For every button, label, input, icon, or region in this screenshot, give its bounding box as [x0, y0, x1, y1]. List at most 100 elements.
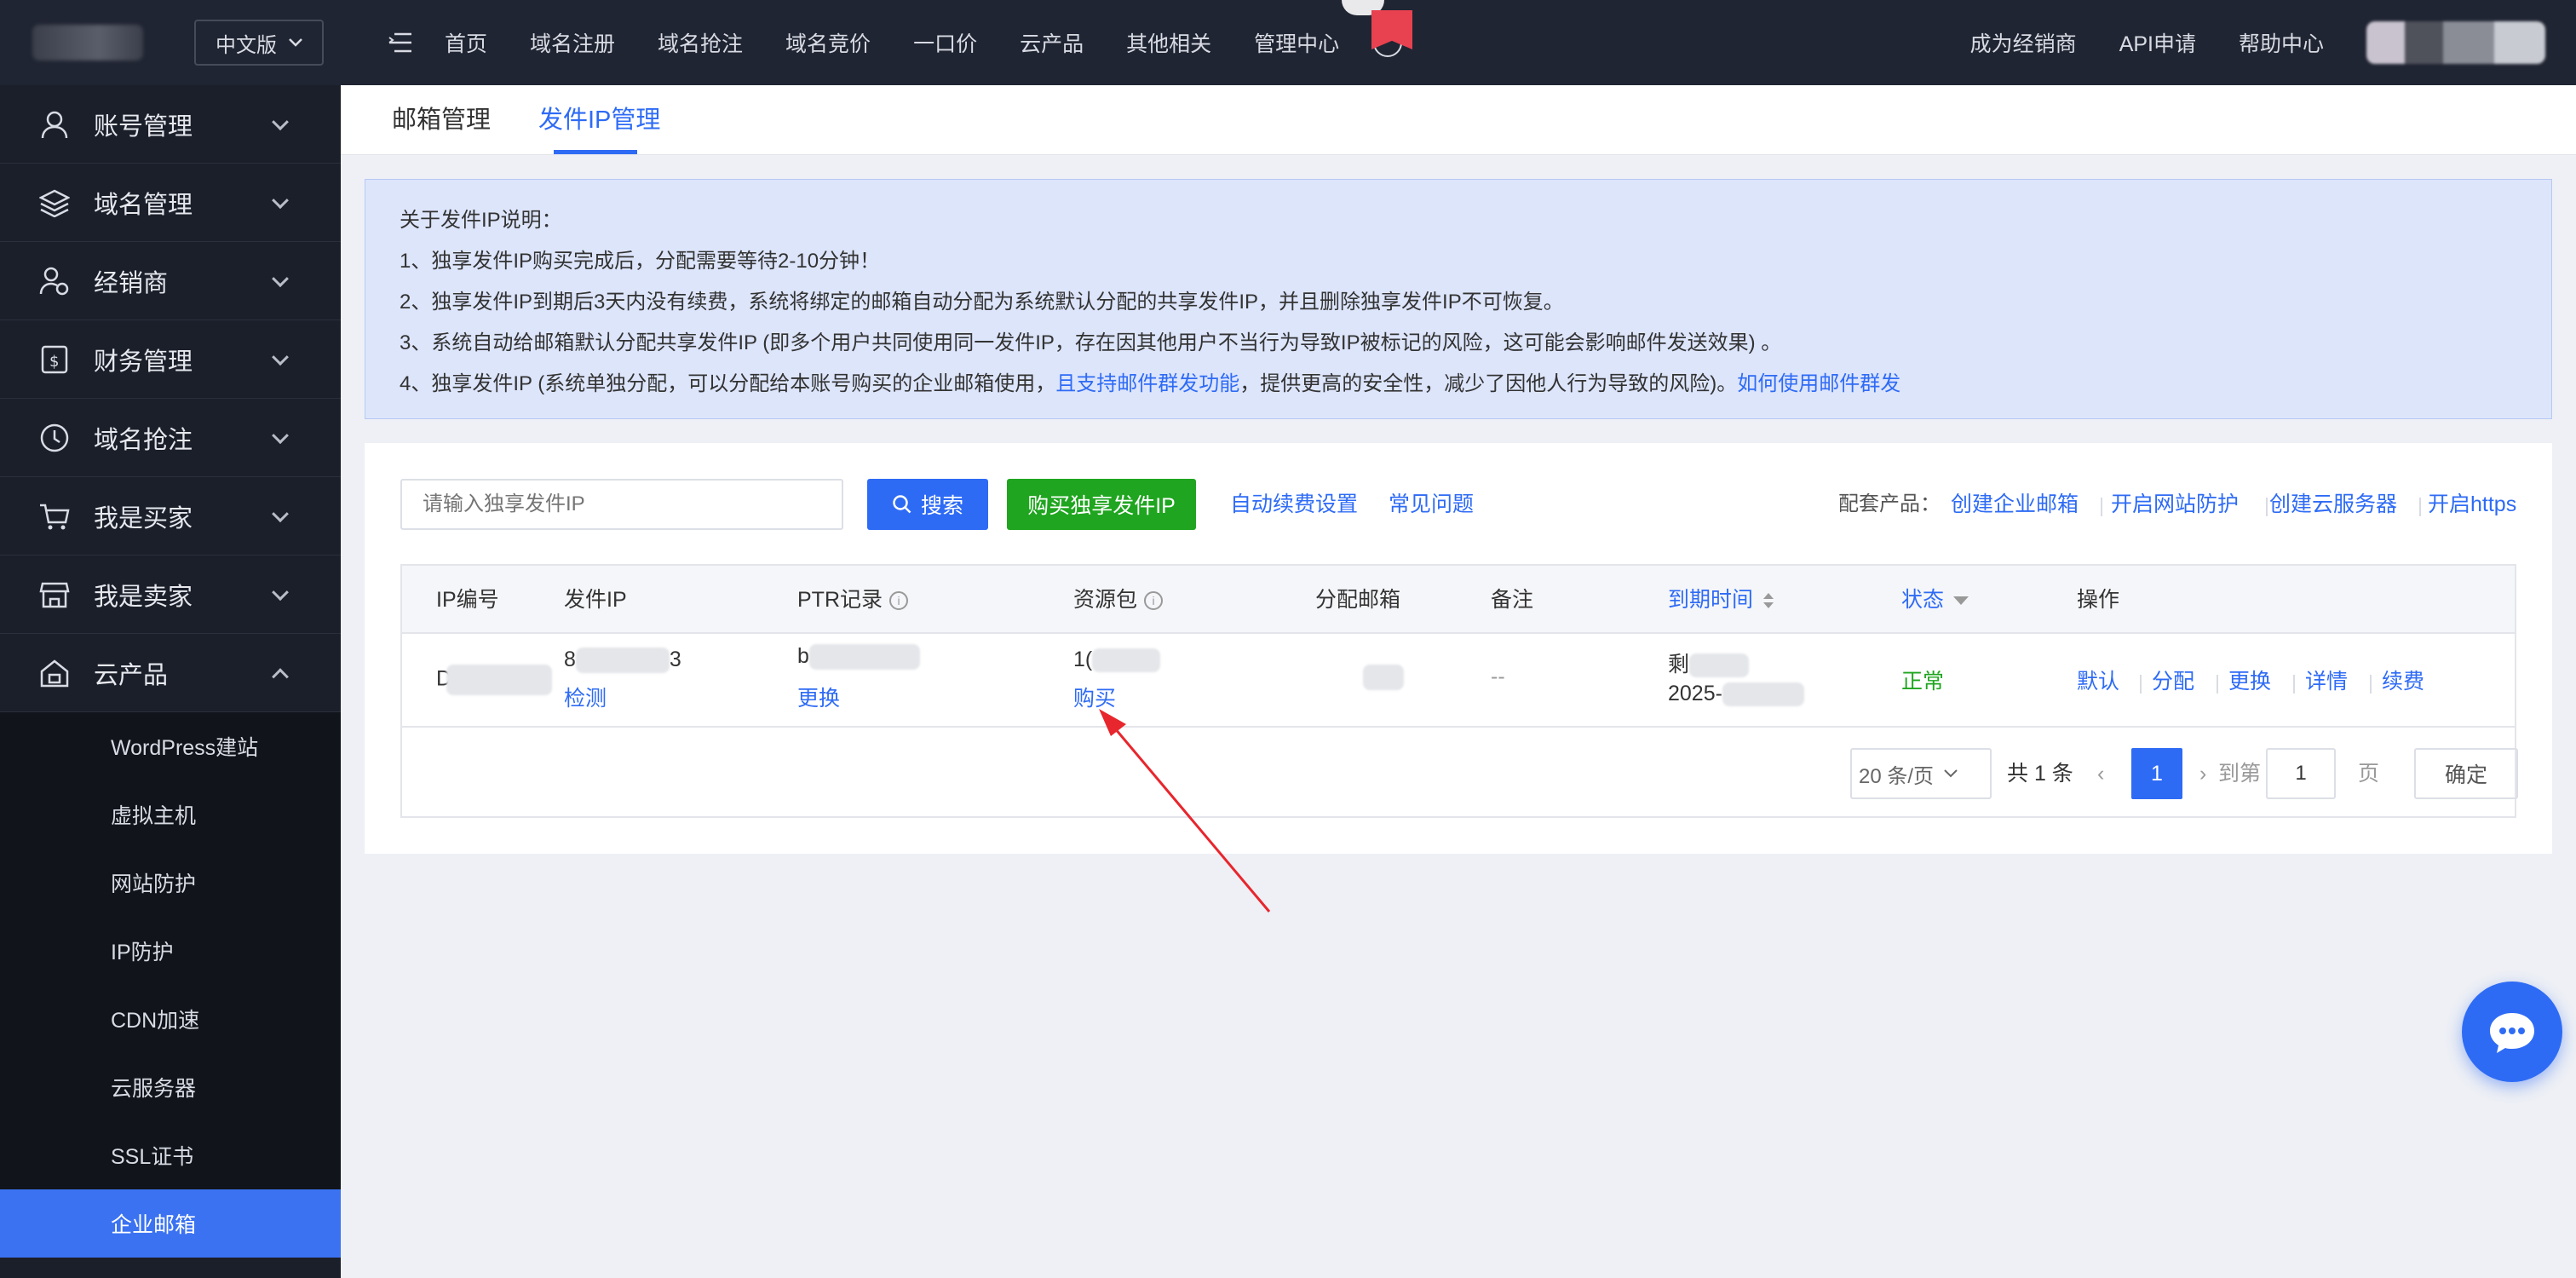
cell-expire-remaining: 剩: [1668, 648, 1750, 678]
sidebar-sub-wordpress[interactable]: WordPress建站: [0, 712, 341, 780]
api-apply-link[interactable]: API申请: [2119, 27, 2196, 58]
cell-assigned-mail: [1363, 665, 1404, 691]
customer-service-chat-button[interactable]: [2462, 982, 2562, 1082]
nav-fixed-price[interactable]: 一口价: [913, 27, 977, 58]
info-icon[interactable]: i: [889, 591, 909, 611]
col-status[interactable]: 状态: [1901, 566, 1969, 634]
sidebar-item-account[interactable]: 账号管理: [0, 85, 341, 164]
next-page-icon[interactable]: ›: [2199, 748, 2206, 799]
send-ip-search-input[interactable]: [400, 479, 843, 530]
nav-manage-center[interactable]: 管理中心: [1254, 27, 1339, 58]
change-ptr-link[interactable]: 更换: [797, 682, 840, 712]
chevron-down-icon: [289, 38, 302, 47]
page-size-select[interactable]: 20 条/页: [1850, 748, 1992, 799]
divider: [2266, 498, 2268, 516]
divider: [2140, 675, 2142, 694]
ip-text-tail: 3: [669, 648, 681, 671]
nav-cloud[interactable]: 云产品: [1020, 27, 1084, 58]
help-center-link[interactable]: 帮助中心: [2239, 27, 2324, 58]
divider: [2370, 675, 2372, 694]
info-icon[interactable]: i: [1144, 591, 1164, 611]
action-default[interactable]: 默认: [2077, 665, 2119, 695]
top-navbar: 首页 域名注册 域名抢注 域名竞价 一口价 云产品 其他相关 管理中心 成为经销…: [341, 0, 2576, 85]
sidebar-item-finance[interactable]: $ 财务管理: [0, 320, 341, 399]
sidebar-item-label: 经销商: [94, 269, 169, 297]
language-selector[interactable]: 中文版: [194, 20, 324, 66]
tab-send-ip-manage[interactable]: 发件IP管理: [538, 85, 660, 155]
nav-domain-register[interactable]: 域名注册: [530, 27, 615, 58]
sidebar-item-seller[interactable]: 我是卖家: [0, 556, 341, 634]
col-ptr-label: PTR记录: [797, 588, 883, 612]
create-enterprise-mail-link[interactable]: 创建企业邮箱: [1951, 479, 2079, 530]
enable-site-protect-link[interactable]: 开启网站防护: [2111, 479, 2239, 530]
sidebar-item-cloud[interactable]: 云产品: [0, 634, 341, 712]
nav-domain-auction[interactable]: 域名竞价: [785, 27, 871, 58]
col-package: 资源包 i: [1073, 566, 1164, 634]
auto-renew-settings-link[interactable]: 自动续费设置: [1230, 479, 1358, 530]
active-tab-indicator: [554, 150, 637, 154]
sidebar-item-label: 域名抢注: [94, 426, 193, 454]
sidebar-item-snatch[interactable]: 域名抢注: [0, 399, 341, 477]
store-icon: [37, 578, 72, 612]
logo[interactable]: [32, 25, 143, 60]
col-actions: 操作: [2077, 588, 2120, 612]
how-to-bulk-mail-link[interactable]: 如何使用邮件群发: [1737, 372, 1900, 395]
sidebar-item-label: 我是卖家: [94, 583, 193, 611]
bulk-mail-highlight: 且支持邮件群发功能: [1055, 372, 1240, 395]
chevron-down-icon: [272, 112, 289, 130]
user-avatar[interactable]: [2366, 21, 2545, 64]
redacted: [808, 644, 920, 671]
sidebar-item-reseller[interactable]: 经销商: [0, 242, 341, 320]
action-assign[interactable]: 分配: [2152, 665, 2194, 695]
sidebar-item-domain[interactable]: 域名管理: [0, 164, 341, 242]
action-renew[interactable]: 续费: [2382, 665, 2424, 695]
col-expire-label: 到期时间: [1668, 588, 1754, 612]
search-button[interactable]: 搜索: [867, 479, 988, 530]
buy-send-ip-button[interactable]: 购买独享发件IP: [1007, 479, 1196, 530]
divider: [2217, 675, 2218, 694]
sidebar-sub-ssl[interactable]: SSL证书: [0, 1121, 341, 1189]
cart-icon: [37, 499, 72, 533]
cell-ip-id: D: [436, 665, 553, 695]
divider: [2101, 498, 2102, 516]
expire-remaining-text: 剩: [1668, 653, 1690, 676]
sidebar-item-buyer[interactable]: 我是买家: [0, 477, 341, 556]
goto-confirm-button[interactable]: 确定: [2414, 748, 2518, 799]
ip-text: 8: [564, 648, 576, 671]
col-send-ip: 发件IP: [564, 588, 627, 612]
nav-domain-snatch[interactable]: 域名抢注: [658, 27, 743, 58]
table-row: D 83 检测 b 更换 1( 购买 -- 剩 2025- 正常 默认 分配 更…: [402, 634, 2515, 728]
sidebar-sub-ip-protect[interactable]: IP防护: [0, 917, 341, 985]
sidebar-sub-enterprise-mail[interactable]: 企业邮箱: [0, 1189, 341, 1258]
page-unit-label: 页: [2358, 762, 2380, 786]
action-replace[interactable]: 更换: [2228, 665, 2271, 695]
page-number-current[interactable]: 1: [2131, 748, 2182, 799]
sidebar-sub-cdn[interactable]: CDN加速: [0, 985, 341, 1053]
faq-link[interactable]: 常见问题: [1389, 479, 1474, 530]
create-cloud-server-link[interactable]: 创建云服务器: [2269, 479, 2397, 530]
divider: [2419, 498, 2421, 516]
enable-https-link[interactable]: 开启https: [2428, 479, 2516, 530]
chevron-down-icon: [272, 348, 289, 366]
sidebar-sub-site-protect[interactable]: 网站防护: [0, 849, 341, 917]
nav-other[interactable]: 其他相关: [1126, 27, 1211, 58]
become-reseller-link[interactable]: 成为经销商: [1970, 27, 2077, 58]
user-icon: [37, 107, 72, 141]
prev-page-icon[interactable]: ‹: [2097, 748, 2104, 799]
sidebar-sub-virtual-host[interactable]: 虚拟主机: [0, 780, 341, 849]
redacted: [1722, 682, 1804, 707]
goto-page-input[interactable]: [2266, 748, 2336, 799]
search-icon: [893, 495, 911, 514]
notice-line-4-tail: ，提供更高的安全性，减少了因他人行为导致的风险)。: [1239, 372, 1738, 395]
action-details[interactable]: 详情: [2305, 665, 2348, 695]
tab-mailbox-manage[interactable]: 邮箱管理: [392, 85, 491, 155]
sidebar-sub-cloud-server[interactable]: 云服务器: [0, 1053, 341, 1121]
chat-icon: [2490, 1013, 2534, 1053]
cloud-home-icon: [37, 656, 72, 690]
nav-home[interactable]: 首页: [445, 27, 487, 58]
menu-toggle-icon[interactable]: [375, 0, 426, 85]
col-expire-time[interactable]: 到期时间: [1668, 566, 1775, 634]
chevron-down-icon: [272, 583, 289, 601]
header-right: 成为经销商 API申请 帮助中心: [1970, 0, 2576, 85]
check-ip-link[interactable]: 检测: [564, 682, 607, 712]
